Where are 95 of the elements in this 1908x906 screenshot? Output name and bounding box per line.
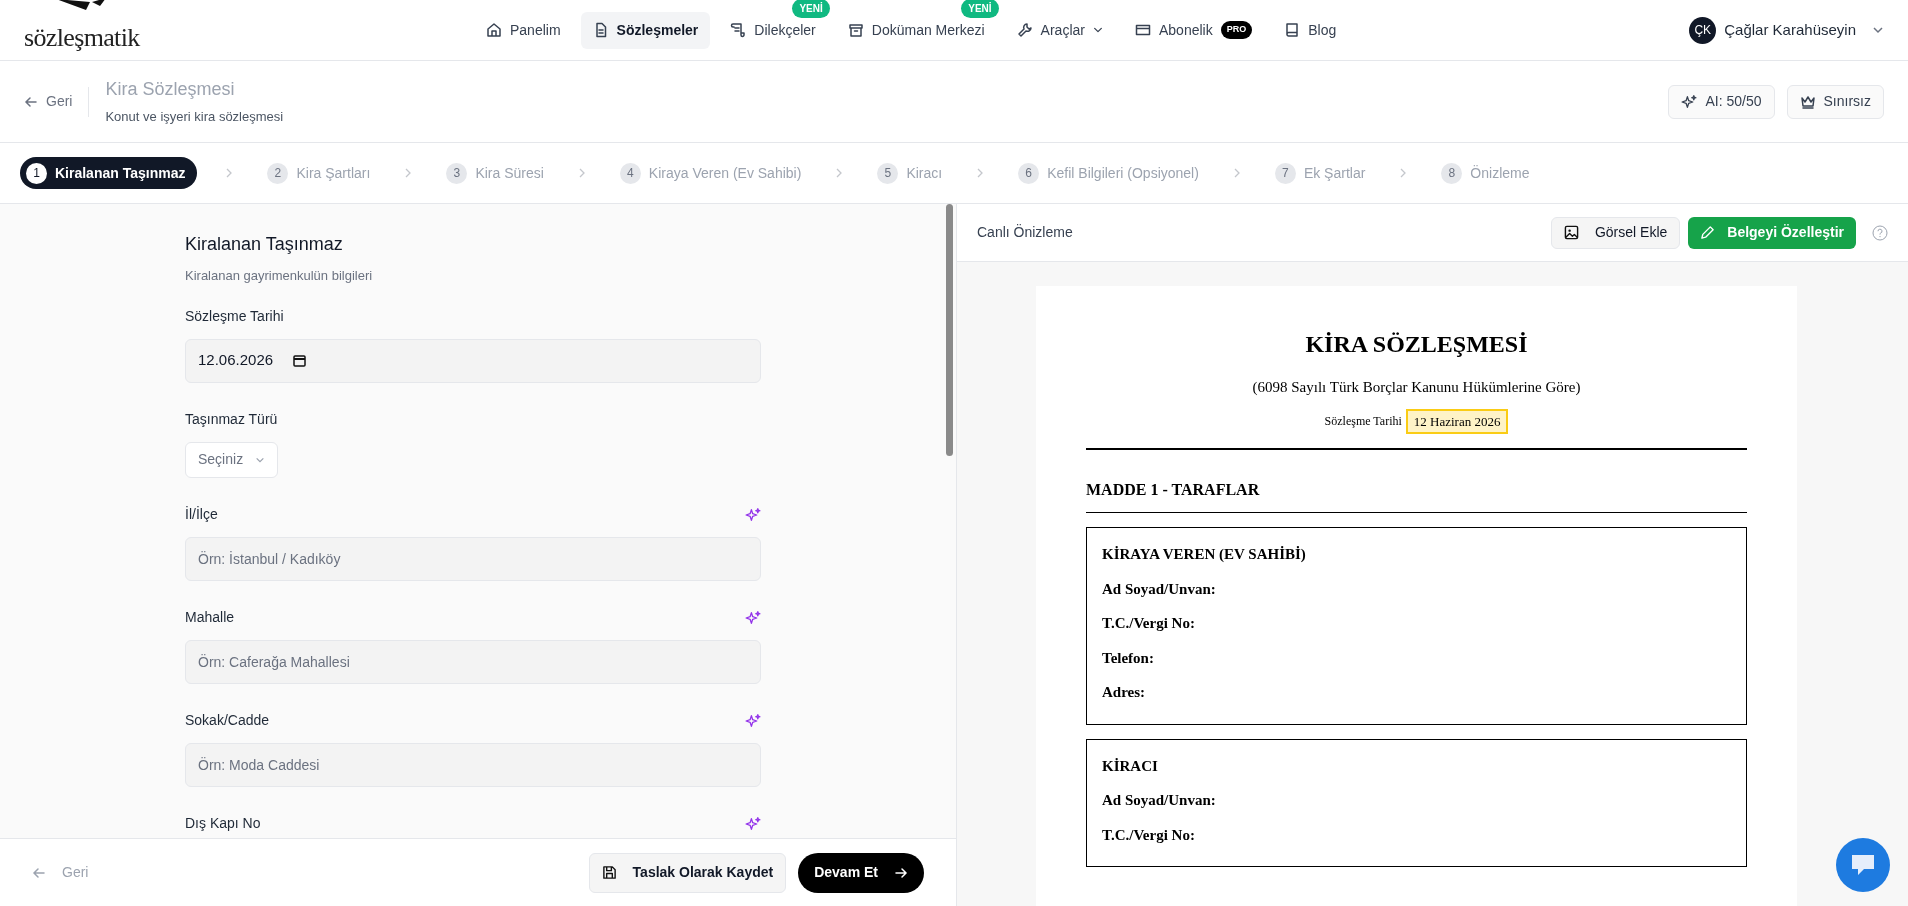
form-subtitle: Kiralanan gayrimenkulün bilgileri xyxy=(185,267,374,285)
party-field-label: Telefon: xyxy=(1102,648,1155,668)
book-icon xyxy=(1284,22,1301,38)
date-label: Sözleşme Tarihi xyxy=(1324,413,1402,431)
step-tab[interactable]: 6 Kefil Bilgileri (Opsiyonel) xyxy=(1012,157,1205,189)
step-tab[interactable]: 8 Önizleme xyxy=(1435,157,1536,189)
arrow-left-icon xyxy=(24,94,38,109)
chevron-down-icon xyxy=(1092,25,1103,35)
input-field[interactable]: Örn: Caferağa Mahallesi xyxy=(185,639,761,684)
chevron-down-icon xyxy=(1872,24,1884,36)
back-button[interactable]: Geri xyxy=(24,86,90,117)
sparkle-icon[interactable] xyxy=(745,506,761,523)
nav-item[interactable]: Araçlar xyxy=(1004,11,1115,49)
party-field-label: Adres: xyxy=(1102,683,1147,702)
logo[interactable]: sözleşmatik xyxy=(24,3,140,57)
wrench-icon xyxy=(1016,22,1033,38)
nav-item[interactable]: Panelim xyxy=(474,11,573,49)
step-number: 7 xyxy=(1274,162,1296,184)
chevron-right-icon xyxy=(577,168,586,178)
image-icon xyxy=(1563,225,1579,240)
step-number: 8 xyxy=(1441,162,1463,184)
continue-button[interactable]: Devam Et xyxy=(798,852,924,893)
step-tab[interactable]: 3 Kira Süresi xyxy=(440,157,550,189)
field-label: Sokak/Cadde xyxy=(185,711,270,730)
logo-text: sözleşmatik xyxy=(24,22,140,52)
step-number: 6 xyxy=(1018,162,1040,184)
page-title: Kira Sözleşmesi xyxy=(105,78,236,102)
party-heading: KİRAYA VEREN (EV SAHİBİ) xyxy=(1102,545,1307,564)
party-field-label: Ad Soyad/Unvan: xyxy=(1102,579,1217,599)
form-title: Kiralanan Taşınmaz xyxy=(185,233,344,256)
scroll-icon xyxy=(730,22,747,38)
field-label: Dış Kapı No xyxy=(185,814,261,833)
live-preview-label: Canlı Önizleme xyxy=(977,223,1073,242)
user-name: Çağlar Karahüseyin xyxy=(1724,19,1856,40)
sparkle-icon[interactable] xyxy=(745,712,761,729)
input-field[interactable]: Örn: İstanbul / Kadıköy xyxy=(185,536,761,581)
save-icon xyxy=(601,865,617,880)
sparkle-icon[interactable] xyxy=(745,815,761,832)
chevron-right-icon xyxy=(404,168,413,178)
archive-icon xyxy=(847,22,864,38)
plan-button[interactable]: Sınırsız xyxy=(1786,84,1884,119)
calendar-icon xyxy=(293,354,307,367)
user-menu[interactable]: ÇK Çağlar Karahüseyin xyxy=(1689,16,1884,44)
step-tab[interactable]: 1 Kiralanan Taşınmaz xyxy=(20,157,198,189)
save-draft-button[interactable]: Taslak Olarak Kaydet xyxy=(588,852,787,893)
date-value-highlight: 12 Haziran 2026 xyxy=(1405,408,1509,434)
nav-item[interactable]: Blog xyxy=(1272,11,1349,49)
date-field[interactable]: 12.06.2026 xyxy=(185,338,761,383)
select-dropdown[interactable]: Seçiniz xyxy=(185,441,279,478)
new-badge: YENİ xyxy=(792,0,830,18)
chat-button[interactable] xyxy=(1836,838,1890,892)
ai-credits-button[interactable]: AI: 50/50 xyxy=(1668,84,1775,119)
pro-badge: PRO xyxy=(1220,21,1253,39)
chevron-right-icon xyxy=(225,168,234,178)
step-tab[interactable]: 2 Kira Şartları xyxy=(261,157,377,189)
party-heading: KİRACI xyxy=(1102,756,1159,776)
chevron-right-icon xyxy=(835,168,844,178)
chevron-right-icon xyxy=(1232,168,1241,178)
scrollbar[interactable] xyxy=(946,204,953,456)
step-number: 5 xyxy=(877,162,899,184)
page-subtitle: Konut ve işyeri kira sözleşmesi xyxy=(105,108,284,127)
party-field-label: Ad Soyad/Unvan: xyxy=(1102,791,1217,810)
sparkle-icon xyxy=(1681,93,1698,110)
party-field-label: T.C./Vergi No: xyxy=(1102,614,1196,633)
nav-item[interactable]: Abonelik PRO xyxy=(1122,11,1265,49)
chevron-right-icon xyxy=(1399,168,1408,178)
pencil-icon xyxy=(1700,225,1716,240)
credit-card-icon xyxy=(1134,22,1151,38)
step-number: 4 xyxy=(619,162,641,184)
arrow-left-icon xyxy=(32,865,46,880)
section-heading: MADDE 1 - TARAFLAR xyxy=(1086,478,1747,513)
user-avatar: ÇK xyxy=(1689,16,1717,44)
field-label: İl/İlçe xyxy=(185,505,218,524)
nav-item[interactable]: Sözleşmeler xyxy=(580,11,711,49)
home-icon xyxy=(486,22,502,38)
party-field-label: T.C./Vergi No: xyxy=(1102,825,1196,845)
step-tab[interactable]: 7 Ek Şartlar xyxy=(1268,157,1372,189)
new-badge: YENİ xyxy=(961,0,999,18)
add-image-button[interactable]: Görsel Ekle xyxy=(1550,216,1681,249)
step-tab[interactable]: 4 Kiraya Veren (Ev Sahibi) xyxy=(613,157,808,189)
step-number: 1 xyxy=(26,162,47,184)
document-title: KİRA SÖZLEŞMESİ xyxy=(1304,330,1529,359)
field-label: Mahalle xyxy=(185,608,235,627)
arrow-right-icon xyxy=(894,865,908,880)
field-label: Taşınmaz Türü xyxy=(185,410,278,429)
chat-bubble-icon xyxy=(1849,853,1877,877)
step-number: 3 xyxy=(446,162,468,184)
field-label: Sözleşme Tarihi xyxy=(185,307,284,326)
chevron-right-icon xyxy=(976,168,985,178)
step-tab[interactable]: 5 Kiracı xyxy=(871,157,949,189)
step-number: 2 xyxy=(267,162,289,184)
crown-icon xyxy=(1799,94,1816,109)
document-subtitle: (6098 Sayılı Türk Borçlar Kanunu Hükümlerine Göre) xyxy=(1251,378,1582,397)
sparkle-icon[interactable] xyxy=(745,609,761,626)
input-field[interactable]: Örn: Moda Caddesi xyxy=(185,742,761,787)
